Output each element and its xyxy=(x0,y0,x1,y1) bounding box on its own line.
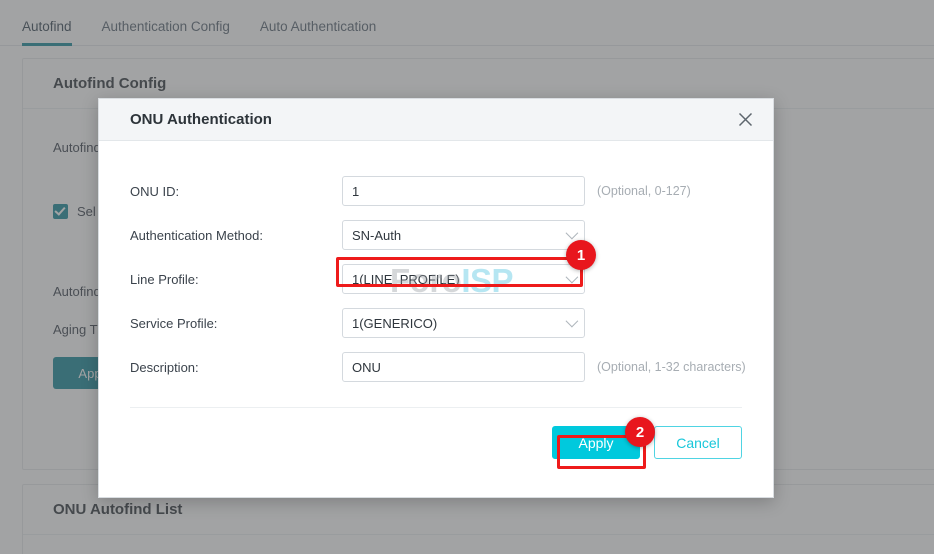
authentication-method-label: Authentication Method: xyxy=(130,228,342,243)
onu-authentication-dialog: ONU Authentication ONU ID: 1 (Optional, … xyxy=(98,98,774,498)
field-row-description: Description: ONU (Optional, 1-32 charact… xyxy=(99,345,773,389)
chevron-down-icon xyxy=(566,271,579,284)
chevron-down-icon xyxy=(566,227,579,240)
line-profile-value: 1(LINE_PROFILE) xyxy=(352,272,460,287)
close-icon[interactable] xyxy=(733,108,757,132)
field-row-service-profile: Service Profile: 1(GENERICO) xyxy=(99,301,773,345)
authentication-method-value: SN-Auth xyxy=(352,228,401,243)
description-value: ONU xyxy=(352,360,381,375)
apply-button[interactable]: Apply xyxy=(552,426,640,459)
apply-button-label: Apply xyxy=(578,435,613,451)
description-hint: (Optional, 1-32 characters) xyxy=(597,360,746,374)
chevron-down-icon xyxy=(566,315,579,328)
dialog-header: ONU Authentication xyxy=(99,99,773,141)
line-profile-select[interactable]: 1(LINE_PROFILE) xyxy=(342,264,585,294)
onu-id-input[interactable]: 1 xyxy=(342,176,585,206)
dialog-body: ONU ID: 1 (Optional, 0-127) Authenticati… xyxy=(99,141,773,459)
field-row-line-profile: Line Profile: 1(LINE_PROFILE) xyxy=(99,257,773,301)
onu-id-label: ONU ID: xyxy=(130,184,342,199)
dialog-title: ONU Authentication xyxy=(130,111,733,128)
onu-id-value: 1 xyxy=(352,184,359,199)
authentication-method-select[interactable]: SN-Auth xyxy=(342,220,585,250)
cancel-button[interactable]: Cancel xyxy=(654,426,742,459)
field-row-authentication-method: Authentication Method: SN-Auth xyxy=(99,213,773,257)
field-row-onu-id: ONU ID: 1 (Optional, 0-127) xyxy=(99,169,773,213)
cancel-button-label: Cancel xyxy=(676,435,720,451)
service-profile-label: Service Profile: xyxy=(130,316,342,331)
onu-id-hint: (Optional, 0-127) xyxy=(597,184,691,198)
description-input[interactable]: ONU xyxy=(342,352,585,382)
app-root: Autofind Authentication Config Auto Auth… xyxy=(0,0,934,554)
service-profile-value: 1(GENERICO) xyxy=(352,316,437,331)
description-label: Description: xyxy=(130,360,342,375)
dialog-footer: Apply Cancel xyxy=(99,408,773,459)
service-profile-select[interactable]: 1(GENERICO) xyxy=(342,308,585,338)
line-profile-label: Line Profile: xyxy=(130,272,342,287)
